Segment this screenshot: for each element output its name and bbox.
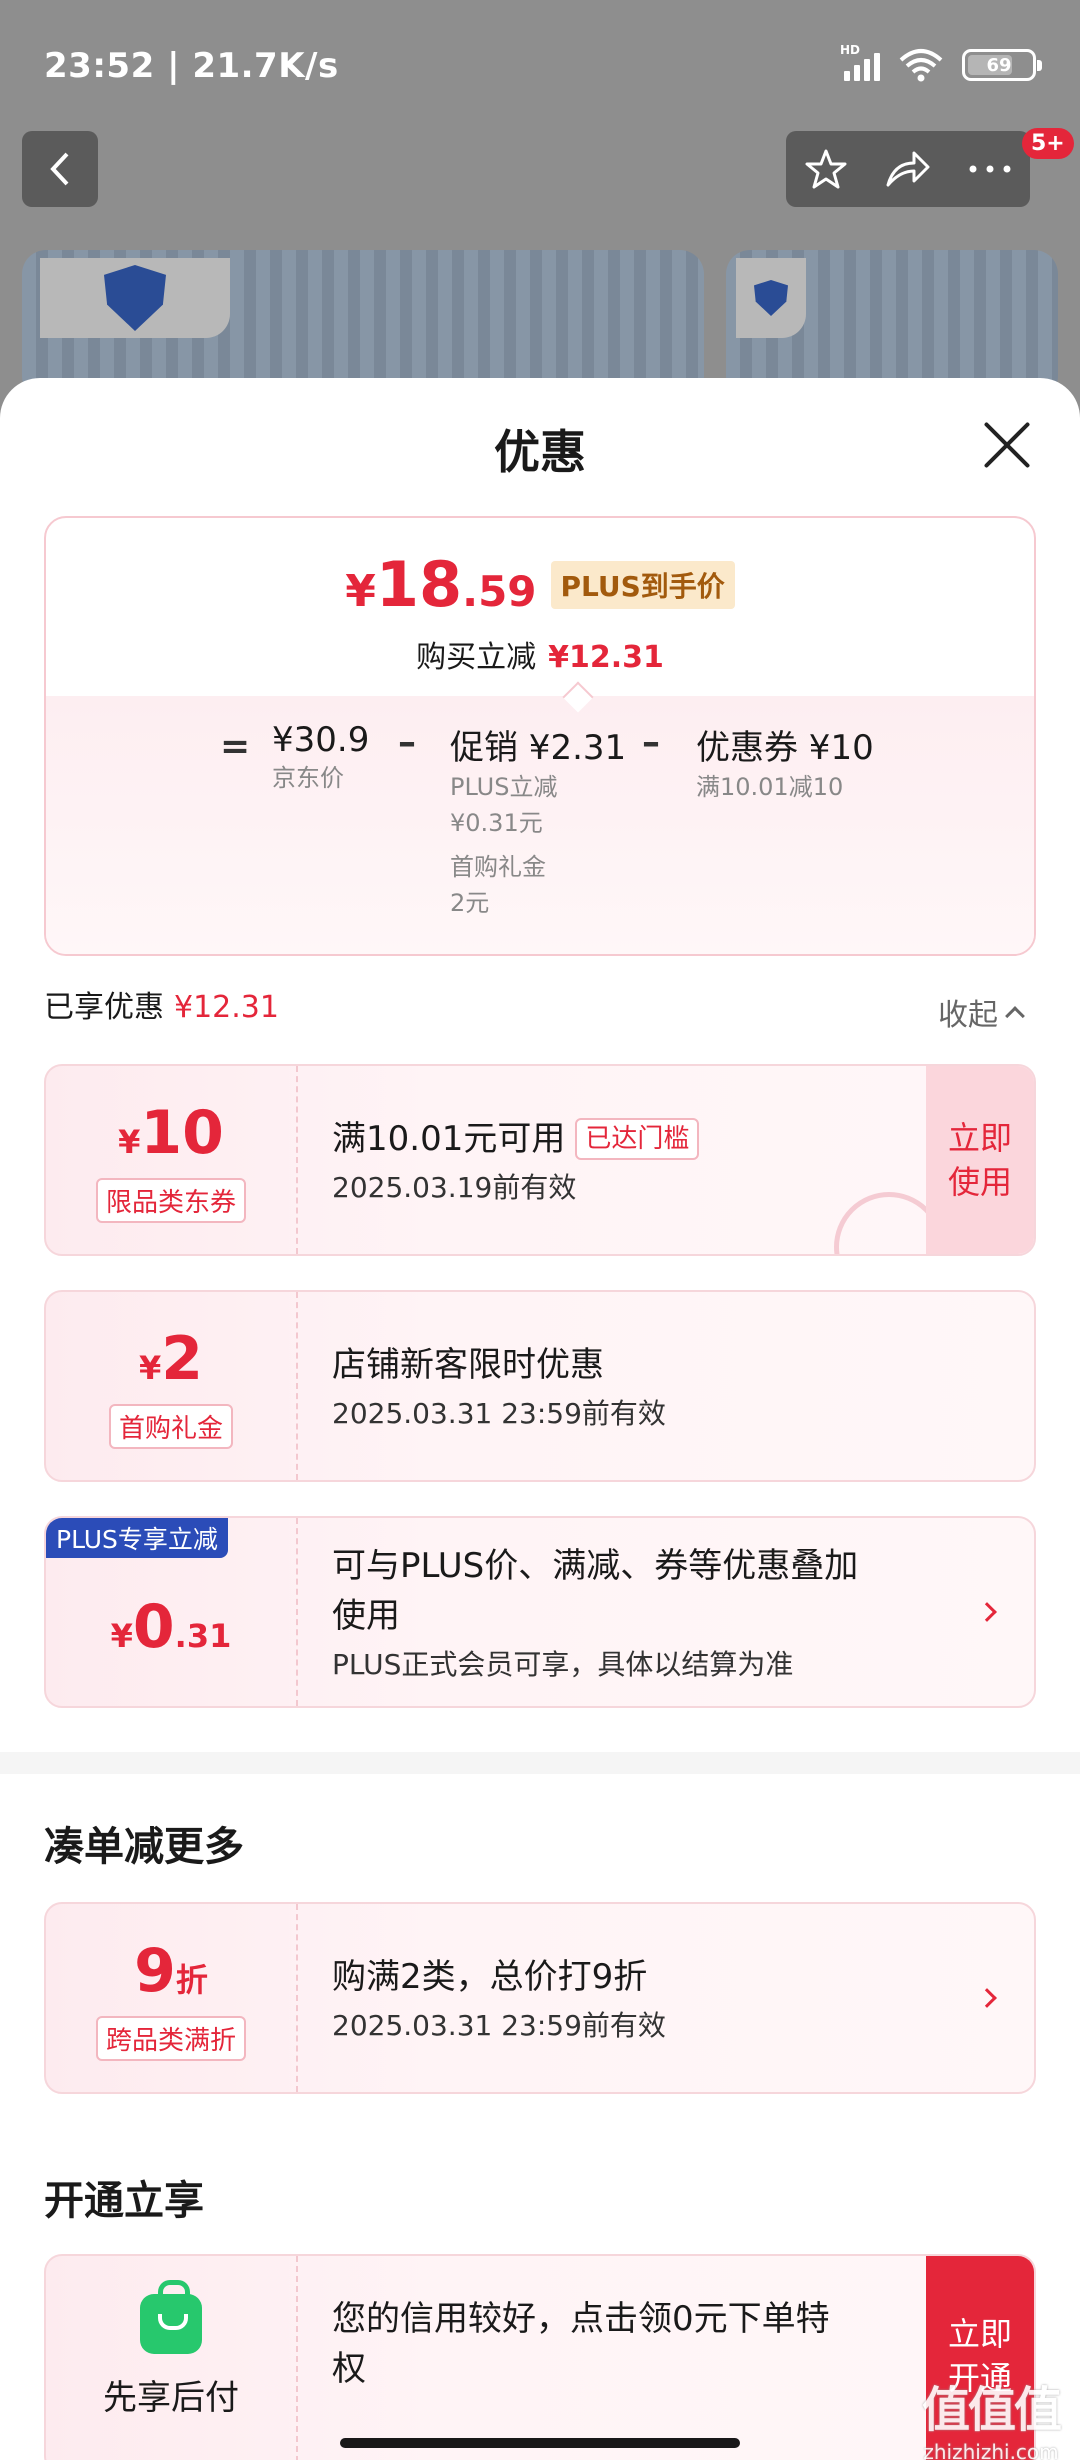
home-indicator[interactable] <box>340 2438 740 2448</box>
price-breakdown: ¥ 18 .59 PLUS到手价 购买立减 ¥12.31 = ¥30.9 京东价 … <box>44 516 1036 956</box>
star-icon[interactable] <box>804 147 848 191</box>
status-bar: 23:52 | 21.7K/s HD 69 <box>0 0 1080 135</box>
coupon-price: 优惠券 ¥10 满10.01减10 <box>696 728 874 801</box>
promo-price: 促销 ¥2.31 PLUS立减 ¥0.31元 首购礼金 2元 <box>450 728 627 917</box>
more-icon[interactable] <box>968 164 1012 174</box>
gift-type-tag: 首购礼金 <box>108 1403 233 1449</box>
final-price: ¥ 18 .59 PLUS到手价 <box>46 548 1034 621</box>
section-divider <box>0 1752 1080 1774</box>
gift-card: ¥2 首购礼金 店铺新客限时优惠 2025.03.31 23:59前有效 <box>44 1290 1036 1482</box>
use-now-button[interactable]: 立即 使用 <box>926 1066 1034 1254</box>
plus-card[interactable]: PLUS专享立减 ¥0.31 可与PLUS价、满减、券等优惠叠加 使用 PLUS… <box>44 1516 1036 1708</box>
jd-price: ¥30.9 京东价 <box>272 720 370 792</box>
status-time: 23:52 | 21.7K/s <box>44 46 339 86</box>
battery-icon: 69 <box>962 49 1042 81</box>
plus-price-tag: PLUS到手价 <box>550 561 735 609</box>
status-icons: HD 69 <box>840 43 1042 82</box>
collapse-button[interactable]: 收起 <box>938 990 1025 1034</box>
close-icon[interactable] <box>982 420 1032 470</box>
battery-level: 69 <box>986 54 1012 76</box>
message-badge: 5+ <box>1022 128 1074 159</box>
coupon-card: ¥10 限品类东券 满10.01元可用 已达门槛 2025.03.19前有效 立即… <box>44 1064 1036 1256</box>
back-button[interactable] <box>22 131 98 207</box>
price-formula: = ¥30.9 京东价 – 促销 ¥2.31 PLUS立减 ¥0.31元 首购礼… <box>46 720 1034 940</box>
chevron-right-icon <box>977 1602 997 1622</box>
shopping-bag-icon <box>140 2280 202 2354</box>
bundle-type-tag: 跨品类满折 <box>95 2015 246 2061</box>
reduce-line: 购买立减 ¥12.31 <box>416 640 664 675</box>
bundle-discount-card[interactable]: 9折 跨品类满折 购满2类，总价打9折 2025.03.31 23:59前有效 <box>44 1902 1036 2094</box>
coupon-type-tag: 限品类东券 <box>95 1177 246 1223</box>
section-more-title: 凑单减更多 <box>44 1824 244 1870</box>
wifi-icon <box>899 49 943 82</box>
chevron-left-icon <box>50 152 69 186</box>
pay-later-card[interactable]: 先享后付 您的信用较好，点击领0元下单特 权 立即 开通 <box>44 2254 1036 2460</box>
signal-icon: HD <box>840 43 880 81</box>
section-open-title: 开通立享 <box>44 2178 204 2224</box>
enjoyed-discount: 已享优惠 ¥12.31 <box>44 990 279 1025</box>
sheet-title: 优惠 <box>494 425 586 479</box>
chevron-right-icon <box>977 1988 997 2008</box>
brand-logo <box>40 258 230 338</box>
watermark: 值值值 zhizhizhi.com <box>922 2382 1062 2460</box>
pay-later-label: 先享后付 <box>103 2378 239 2418</box>
discount-sheet: 优惠 ¥ 18 .59 PLUS到手价 购买立减 ¥12.31 = ¥30.9 京… <box>0 378 1080 2460</box>
top-actions <box>786 131 1030 207</box>
threshold-reached-badge: 已达门槛 <box>575 1118 700 1160</box>
chevron-up-icon <box>1005 1006 1025 1026</box>
share-icon[interactable] <box>884 147 932 191</box>
brand-logo-small <box>736 258 806 338</box>
